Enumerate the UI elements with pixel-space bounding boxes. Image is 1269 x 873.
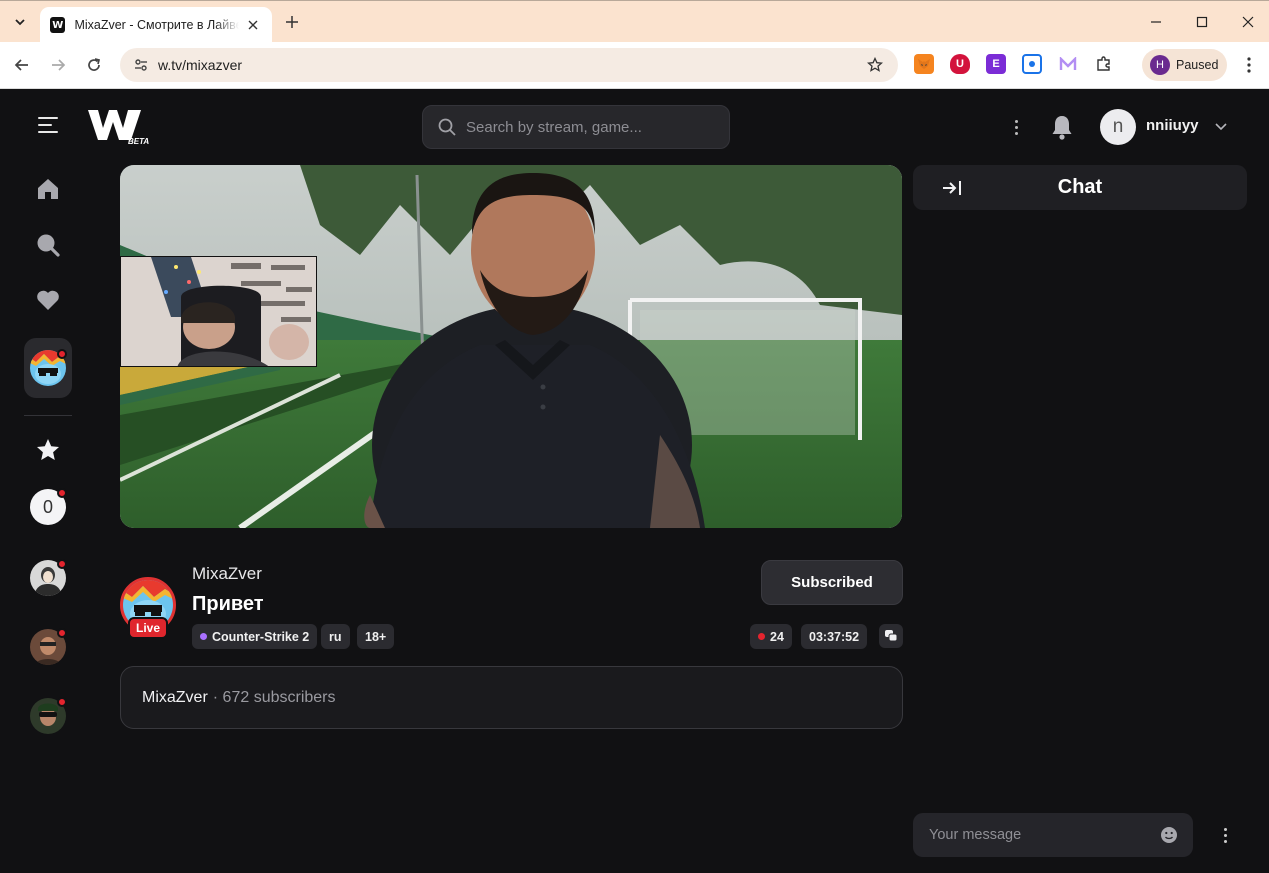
window-close-button[interactable] (1235, 9, 1261, 35)
tab-close-button[interactable] (245, 16, 262, 34)
w-favicon-icon: W (50, 17, 66, 33)
plus-icon (286, 16, 298, 28)
game-dot-icon (200, 633, 207, 640)
forward-button[interactable] (45, 52, 71, 78)
menu-hamburger-icon[interactable] (38, 117, 58, 133)
arrow-left-icon (14, 59, 28, 71)
tag-label: ru (329, 629, 342, 644)
star-icon (37, 439, 59, 460)
back-button[interactable] (9, 52, 35, 78)
search-input[interactable] (466, 118, 716, 136)
address-bar[interactable]: w.tv/mixazver (120, 48, 898, 82)
sidebar-following-count[interactable]: 0 (30, 488, 67, 525)
screen-capture-extension-icon[interactable] (1022, 54, 1042, 74)
home-icon (38, 179, 58, 199)
sidebar-channel-avatar[interactable] (30, 697, 67, 734)
url-text: w.tv/mixazver (158, 57, 243, 73)
live-badge: Live (128, 617, 168, 639)
chat-message-input[interactable] (929, 827, 1149, 843)
sidebar-channel-avatar[interactable] (30, 559, 67, 596)
viewer-count-value: 24 (770, 629, 784, 644)
extension-e-icon[interactable]: E (986, 54, 1006, 74)
sidebar-channel-avatar[interactable] (30, 628, 67, 665)
reload-icon (88, 58, 101, 71)
w-logo[interactable]: BETA (86, 106, 154, 146)
profile-status: Paused (1176, 58, 1219, 72)
chat-title: Chat (1057, 176, 1103, 198)
subscribe-button[interactable]: Subscribed (761, 560, 903, 605)
maximize-button[interactable] (1189, 9, 1215, 35)
live-indicator-dot (57, 697, 67, 707)
maximize-icon (1196, 16, 1208, 28)
heart-icon (37, 290, 59, 310)
collapse-chat-icon[interactable] (941, 177, 963, 199)
chat-bubbles-icon (885, 630, 898, 642)
extension-m-icon[interactable] (1058, 54, 1078, 74)
sidebar-favorites-button[interactable] (24, 276, 72, 324)
minimize-icon (1151, 21, 1161, 23)
close-icon (1242, 16, 1254, 28)
tag-label: 18+ (365, 629, 387, 644)
browser-tab-active[interactable]: W MixaZver - Смотрите в Лайве на W (40, 7, 272, 43)
search-icon (438, 118, 456, 136)
viewer-count: 24 (750, 624, 792, 649)
chevron-down-icon (15, 19, 25, 26)
sidebar-divider (24, 415, 72, 416)
sidebar-current-channel[interactable] (24, 338, 72, 398)
browser-menu-button[interactable] (1238, 53, 1260, 77)
new-tab-button[interactable] (280, 10, 304, 34)
search-icon (37, 234, 60, 257)
user-avatar[interactable]: n (1100, 109, 1136, 145)
site-root: BETA n nniiuyy (0, 89, 1269, 873)
sidebar-search-button[interactable] (24, 221, 72, 269)
metamask-extension-icon[interactable] (914, 54, 934, 74)
site-settings-icon[interactable] (130, 54, 152, 76)
about-card: MixaZver · 672 subscribers (120, 666, 903, 729)
chevron-down-icon[interactable] (1212, 117, 1230, 135)
webcam-overlay (120, 256, 317, 367)
tab-search-button[interactable] (8, 10, 32, 34)
tab-title: MixaZver - Смотрите в Лайве на W (74, 18, 238, 32)
about-streamer-name: MixaZver (142, 688, 208, 706)
user-name[interactable]: nniiuyy (1146, 117, 1199, 134)
live-indicator-dot (57, 628, 67, 638)
live-indicator-dot (57, 349, 67, 359)
tag-game[interactable]: Counter-Strike 2 (192, 624, 318, 649)
popout-chat-button[interactable] (879, 624, 903, 648)
sidebar-following-button[interactable] (24, 426, 72, 474)
profile-avatar: H (1150, 55, 1170, 75)
stream-uptime: 03:37:52 (801, 624, 868, 649)
bell-icon[interactable] (1049, 113, 1075, 141)
minimize-button[interactable] (1143, 9, 1169, 35)
uptime-value: 03:37:52 (809, 629, 860, 644)
logo-beta-label: BETA (128, 137, 149, 146)
bookmark-star-icon[interactable] (864, 54, 886, 76)
search-bar[interactable] (422, 105, 730, 149)
stream-title: Привет (192, 593, 264, 615)
tag-age[interactable]: 18+ (357, 624, 395, 649)
subscriber-count: · 672 subscribers (212, 688, 336, 706)
browser-tabstrip: W MixaZver - Смотрите в Лайве на W (0, 0, 1269, 43)
live-indicator-dot (57, 488, 67, 498)
close-icon (248, 20, 258, 30)
chat-settings-button[interactable] (1216, 823, 1234, 847)
chat-input-box[interactable] (913, 813, 1193, 857)
profile-button[interactable]: H Paused (1142, 49, 1227, 81)
emoji-icon[interactable] (1160, 826, 1178, 844)
browser-toolbar: w.tv/mixazver U E H Paused (0, 42, 1269, 89)
streamer-name[interactable]: MixaZver (192, 564, 262, 584)
video-player[interactable] (120, 165, 902, 528)
tag-label: Counter-Strike 2 (212, 629, 310, 644)
reload-button[interactable] (81, 52, 107, 78)
tag-language[interactable]: ru (321, 624, 350, 649)
extensions-puzzle-icon[interactable] (1094, 54, 1114, 74)
live-indicator-dot (57, 559, 67, 569)
live-dot-icon (758, 633, 765, 640)
sidebar-home-button[interactable] (24, 165, 72, 213)
kebab-menu-icon (1247, 57, 1251, 73)
more-options-button[interactable] (1005, 114, 1027, 140)
chat-header: Chat (913, 165, 1247, 210)
arrow-right-icon (52, 59, 66, 71)
ublock-extension-icon[interactable]: U (950, 54, 970, 74)
